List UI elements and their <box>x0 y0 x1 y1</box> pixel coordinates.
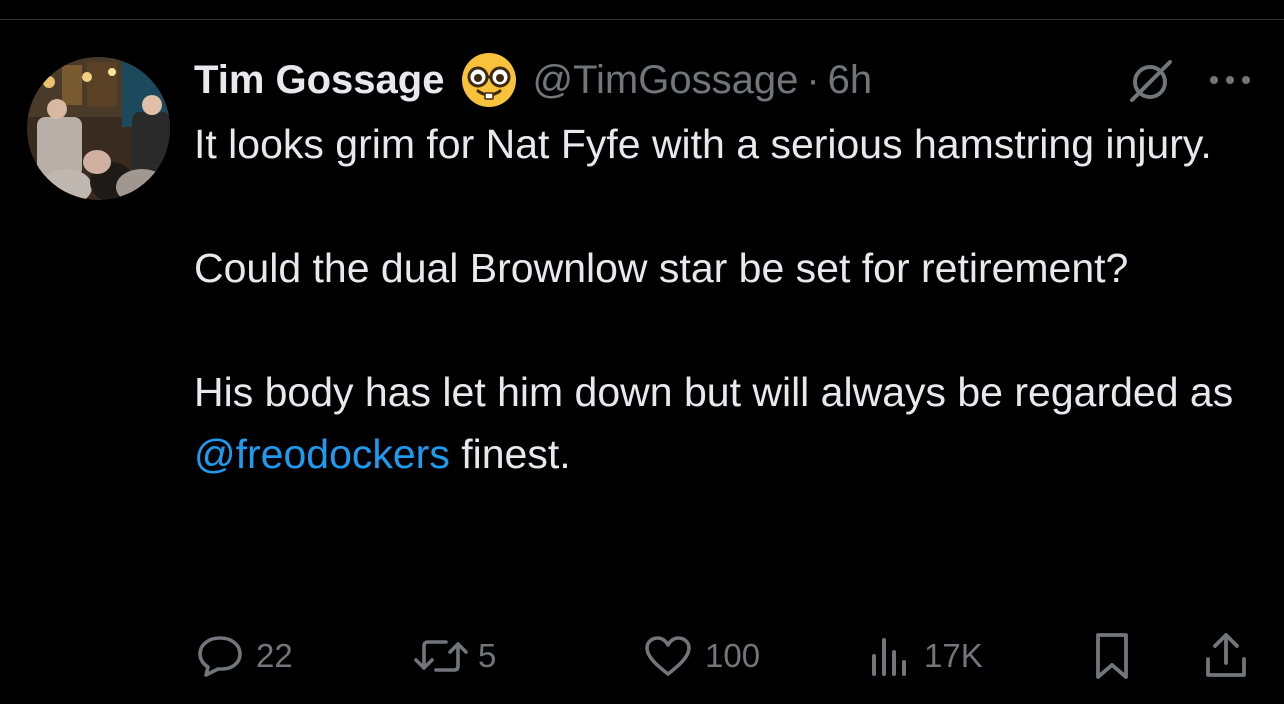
views-chart-icon <box>872 638 906 676</box>
author-name[interactable]: Tim Gossage <box>194 58 444 103</box>
reply-icon <box>198 636 242 677</box>
author-handle[interactable]: @TimGossage <box>532 58 798 103</box>
tweet-paragraph-1: It looks grim for Nat Fyfe with a seriou… <box>194 121 1212 167</box>
grok-icon[interactable] <box>1126 58 1176 104</box>
mention-link[interactable]: @freodockers <box>194 431 450 477</box>
tweet-paragraph-3-text: His body has let him down but will alway… <box>194 369 1234 415</box>
tweet-paragraph-3-end: finest. <box>449 431 571 477</box>
avatar[interactable] <box>27 57 170 200</box>
bookmark-icon <box>1096 633 1128 679</box>
views-button[interactable]: 17K <box>868 626 983 686</box>
repost-count: 5 <box>478 637 497 674</box>
more-icon[interactable] <box>1208 70 1252 90</box>
top-divider <box>0 19 1284 20</box>
timestamp[interactable]: 6h <box>828 58 873 103</box>
reply-button[interactable]: 22 <box>196 626 293 686</box>
nerd-face-emoji-icon <box>462 53 517 107</box>
repost-button[interactable]: 5 <box>412 626 496 686</box>
share-icon <box>1206 633 1246 677</box>
tweet-paragraph-3: His body has let him down but will alway… <box>194 361 1264 485</box>
heart-icon <box>645 636 691 676</box>
reply-count: 22 <box>256 637 293 674</box>
share-button[interactable] <box>1204 626 1248 686</box>
tweet-paragraph-2: Could the dual Brownlow star be set for … <box>194 245 1129 291</box>
avatar-photo <box>27 57 170 200</box>
tweet-header: Tim Gossage @TimGossage · 6h <box>194 50 872 110</box>
bookmark-button[interactable] <box>1090 626 1134 686</box>
views-count: 17K <box>924 637 983 674</box>
separator-dot: · <box>806 57 820 102</box>
like-count: 100 <box>705 637 761 674</box>
tweet-actions: 22 5 100 17K <box>0 626 1284 686</box>
tweet-text: It looks grim for Nat Fyfe with a seriou… <box>194 113 1264 485</box>
repost-icon <box>414 640 468 672</box>
like-button[interactable]: 100 <box>643 626 760 686</box>
